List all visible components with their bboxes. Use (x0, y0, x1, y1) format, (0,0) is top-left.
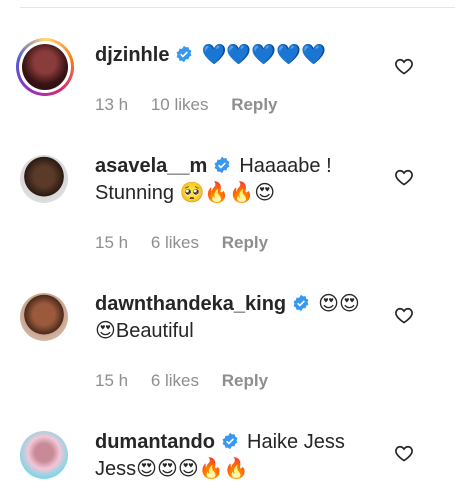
username[interactable]: dawnthandeka_king (95, 293, 286, 315)
likes-count[interactable]: 10 likes (151, 95, 209, 114)
comment-meta: 15 h 6 likes Reply (95, 371, 286, 391)
comment-time: 13 h (95, 95, 129, 114)
comment-body: asavela__m Haaaabe ! Stunning 🥺🔥🔥😍 (95, 153, 375, 207)
reply-button[interactable]: Reply (222, 233, 268, 252)
reply-button[interactable]: Reply (222, 371, 268, 390)
comment-text: 💙💙💙💙💙 (201, 44, 326, 66)
avatar[interactable] (20, 155, 68, 203)
divider (20, 7, 455, 8)
verified-badge-icon (222, 432, 238, 450)
heart-icon[interactable] (394, 443, 414, 463)
avatar[interactable] (20, 431, 68, 479)
verified-badge-icon (177, 45, 192, 63)
profile-photo (20, 155, 68, 203)
verified-badge-icon (214, 156, 230, 174)
profile-photo (22, 44, 68, 90)
likes-count[interactable]: 6 likes (151, 233, 199, 252)
avatar[interactable] (20, 293, 68, 341)
profile-photo (20, 293, 68, 341)
profile-photo (20, 431, 68, 479)
comment-body: dumantando Haike Jess Jess😍😍😍🔥🔥 (95, 429, 375, 483)
heart-icon[interactable] (394, 56, 414, 76)
username[interactable]: asavela__m (95, 155, 207, 177)
username[interactable]: djzinhle (95, 44, 169, 66)
comment-meta: 13 h 10 likes Reply (95, 95, 296, 115)
comment-meta: 15 h 6 likes Reply (95, 233, 286, 253)
comment-time: 15 h (95, 371, 129, 390)
avatar[interactable] (16, 38, 74, 96)
comment-time: 15 h (95, 233, 129, 252)
heart-icon[interactable] (394, 305, 414, 325)
reply-button[interactable]: Reply (231, 95, 277, 114)
heart-icon[interactable] (394, 167, 414, 187)
verified-badge-icon (293, 294, 309, 312)
comment-body: djzinhle 💙💙💙💙💙 (95, 42, 375, 69)
likes-count[interactable]: 6 likes (151, 371, 199, 390)
comment-body: dawnthandeka_king 😍😍 😍Beautiful (95, 291, 375, 345)
comments-list: djzinhle 💙💙💙💙💙 13 h 10 likes Reply asavel… (0, 0, 475, 497)
username[interactable]: dumantando (95, 431, 215, 453)
